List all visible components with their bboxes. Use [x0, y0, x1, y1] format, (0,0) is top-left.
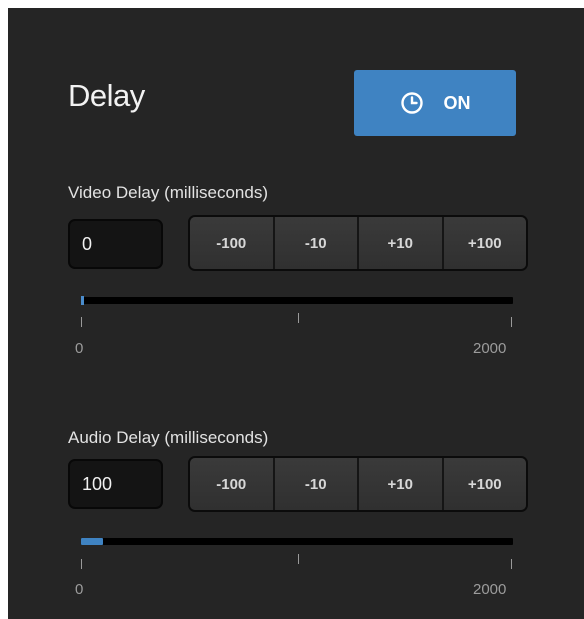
video-minus-10-button[interactable]: -10: [274, 217, 359, 269]
clock-icon: [400, 92, 423, 114]
audio-minus-10-button[interactable]: -10: [274, 458, 359, 510]
video-plus-10-button[interactable]: +10: [359, 217, 444, 269]
video-delay-slider[interactable]: [81, 296, 513, 305]
audio-slider-max-tick: [511, 559, 512, 569]
audio-minus-100-button[interactable]: -100: [190, 458, 275, 510]
video-delay-input[interactable]: [68, 219, 163, 269]
toggle-label: ON: [443, 92, 471, 113]
audio-slider-min-tick: [81, 559, 82, 569]
video-minus-100-button[interactable]: -100: [190, 217, 275, 269]
slider-thumb[interactable]: [81, 296, 84, 305]
video-delay-label: Video Delay (milliseconds): [68, 183, 268, 202]
delay-toggle-button[interactable]: ON: [354, 70, 516, 136]
audio-delay-step-buttons: -100 -10 +10 +100: [188, 456, 528, 512]
audio-plus-100-button[interactable]: +100: [443, 458, 526, 510]
video-slider-min-tick: [81, 317, 82, 327]
audio-slider-mid-tick: [298, 554, 299, 564]
audio-delay-slider-fill: [81, 538, 103, 545]
video-slider-max-tick: [511, 317, 512, 327]
audio-delay-input[interactable]: [68, 459, 163, 509]
video-delay-step-buttons: -100 -10 +10 +100: [188, 215, 528, 271]
audio-slider-min-label: 0: [75, 581, 84, 598]
video-slider-min-label: 0: [75, 340, 84, 357]
panel-title: Delay: [68, 78, 145, 113]
audio-delay-slider[interactable]: [81, 538, 513, 545]
video-slider-max-label: 2000: [473, 340, 507, 357]
audio-delay-label: Audio Delay (milliseconds): [68, 428, 269, 447]
video-plus-100-button[interactable]: +100: [443, 217, 526, 269]
delay-panel: Delay ON Video Delay (milliseconds) -100…: [8, 8, 584, 619]
video-slider-mid-tick: [298, 313, 299, 323]
audio-slider-max-label: 2000: [473, 581, 507, 598]
audio-plus-10-button[interactable]: +10: [359, 458, 444, 510]
